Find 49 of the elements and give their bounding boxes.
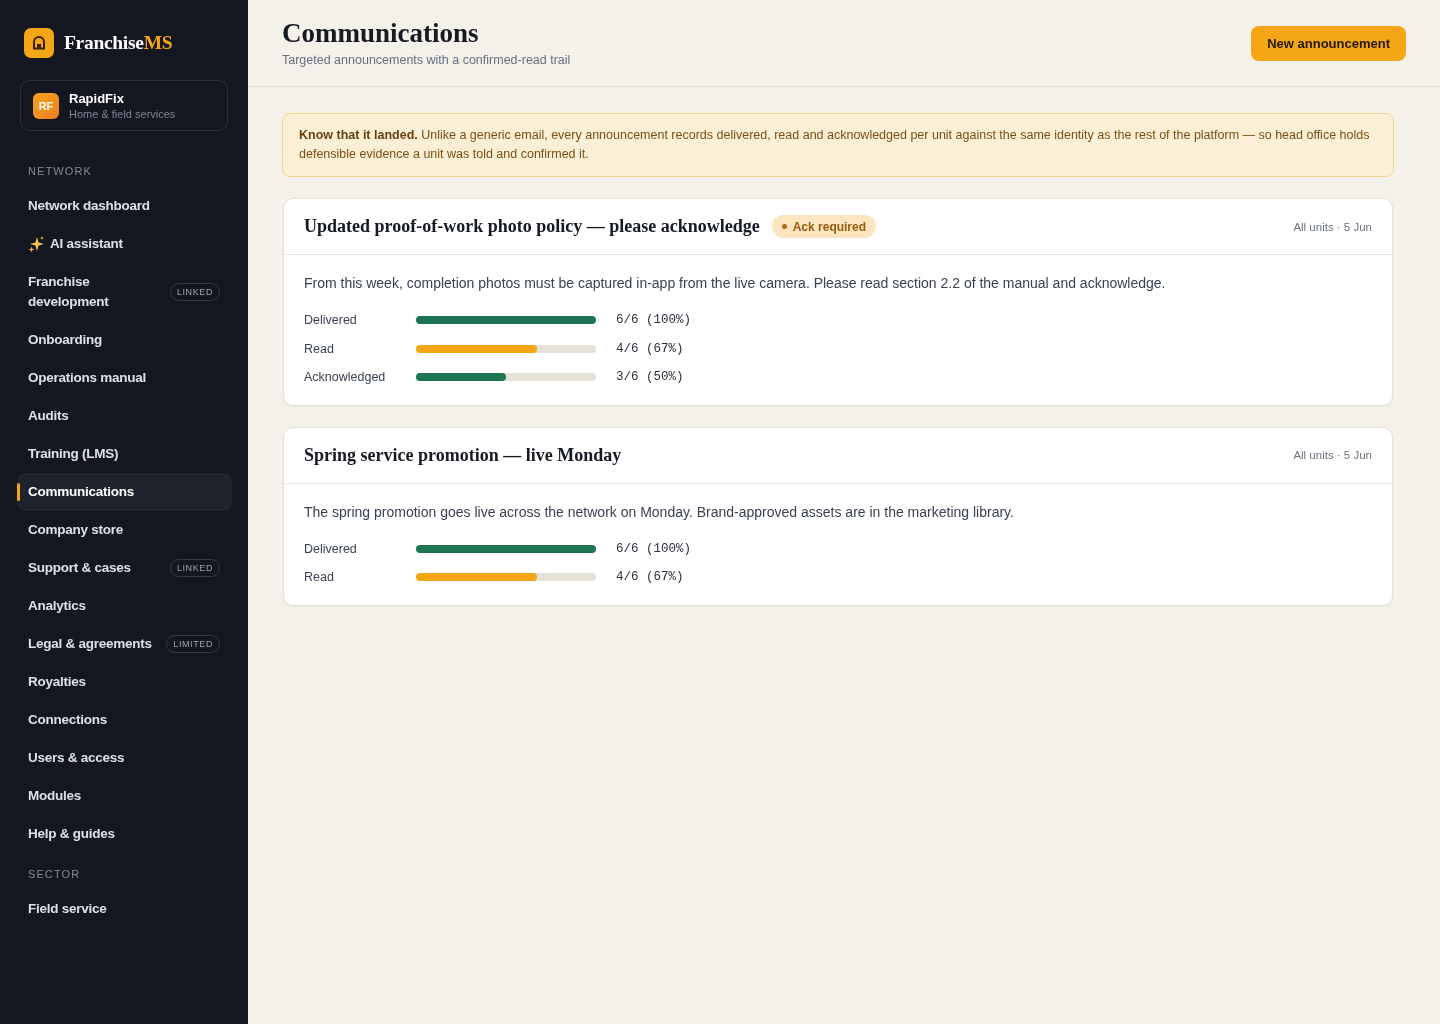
metric-reading: 4/6 (67%): [616, 570, 684, 585]
nav-item[interactable]: Field service: [17, 890, 232, 928]
nav-item[interactable]: Help & guides: [17, 815, 232, 853]
announcement-body: The spring promotion goes live across the network on Monday. Brand-approved assets are in the marketing library.: [304, 502, 1015, 522]
announcement-meta: All units · 5 Jun: [1293, 220, 1372, 233]
nav-item[interactable]: Operations manual: [17, 359, 232, 397]
metric-reading: 4/6 (67%): [616, 341, 684, 356]
nav-item[interactable]: Network dashboard: [17, 187, 232, 225]
page-subtitle: Targeted announcements with a confirmed-read trail: [282, 52, 571, 69]
nav-item[interactable]: Communications: [17, 473, 232, 511]
metric-label: Delivered: [304, 313, 358, 328]
nav-item[interactable]: Onboarding: [17, 321, 232, 359]
nav-item[interactable]: Training (LMS): [17, 435, 232, 473]
section-heading: SECTOR: [27, 867, 82, 881]
org-name: RapidFix: [69, 90, 125, 107]
sparkle-icon: [28, 235, 44, 253]
metric-reading: 3/6 (50%): [616, 370, 684, 385]
nav-item[interactable]: Company store: [17, 511, 232, 549]
nav-item[interactable]: Franchise development LINKED: [17, 263, 232, 321]
info-notice: Know that it landed. Unlike a generic email, every announcement records delivered, read and acknowledged per unit against the same identity as the rest of the platform — so head office holds defensible evidence a unit was told and confirmed it.: [282, 113, 1394, 177]
metric-label: Read: [304, 570, 335, 585]
dot-icon: [781, 224, 787, 229]
announcement-title: Spring service promotion — live Monday: [304, 444, 622, 466]
new-announcement-button[interactable]: New announcement: [1251, 26, 1406, 61]
announcement-body: From this week, completion photos must be captured in-app from the live camera. Please read section 2.2 of the manual and acknowledge.: [304, 274, 1167, 293]
metric-label: Read: [304, 341, 335, 356]
nav-item[interactable]: Connections: [17, 701, 232, 739]
nav-item[interactable]: Support & cases LINKED: [17, 549, 232, 587]
metric-reading: 6/6 (100%): [616, 541, 691, 556]
announcement-meta: All units · 5 Jun: [1293, 449, 1372, 461]
page-title: Communications: [282, 18, 480, 48]
section-heading: NETWORK: [27, 164, 93, 178]
metric-label: Delivered: [304, 541, 358, 556]
nav-item[interactable]: Users & access: [17, 739, 232, 777]
nav-item[interactable]: AI assistant: [17, 225, 232, 263]
nav-item[interactable]: Royalties: [17, 663, 232, 701]
announcement-title: Updated proof-of-work photo policy — please acknowledge: [304, 216, 760, 237]
house-icon: [24, 28, 54, 58]
metric-label: Acknowledged: [304, 370, 387, 385]
badge-text: Ack required: [792, 219, 867, 234]
brand-name: FranchiseMS: [64, 32, 173, 54]
nav-item[interactable]: Audits: [17, 397, 232, 435]
nav-item[interactable]: Analytics: [17, 587, 232, 625]
metric-reading: 6/6 (100%): [616, 313, 691, 328]
nav-item[interactable]: Modules: [17, 777, 232, 815]
nav-item[interactable]: Legal & agreements LIMITED: [17, 625, 232, 663]
org-avatar: RF: [33, 92, 59, 119]
org-switcher[interactable]: RF RapidFix Home & field services: [20, 80, 228, 131]
org-subtitle: Home & field services: [69, 106, 176, 121]
